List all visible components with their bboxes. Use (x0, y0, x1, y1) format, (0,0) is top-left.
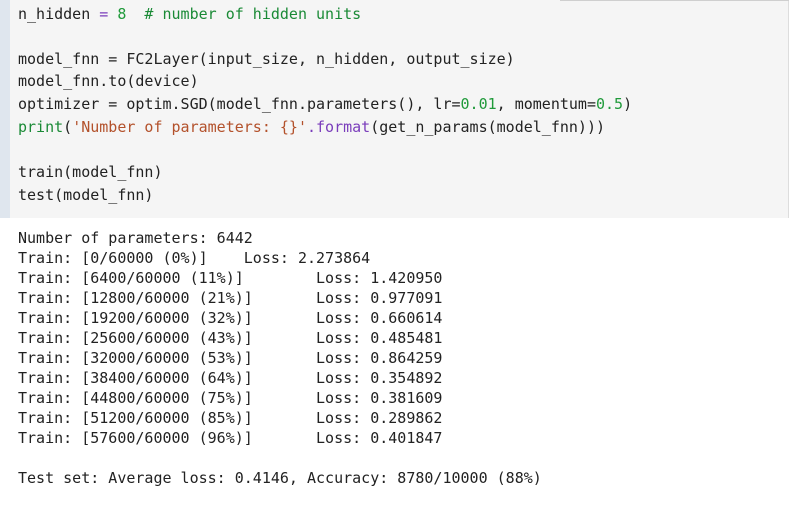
output-line: Train: [38400/60000 (64%)] Loss: 0.35489… (18, 369, 443, 387)
code-token-op: = (90, 5, 118, 23)
output-line: Train: [51200/60000 (85%)] Loss: 0.28986… (18, 409, 443, 427)
output-line: Train: [44800/60000 (75%)] Loss: 0.38160… (18, 389, 443, 407)
code-token: ( (63, 118, 73, 136)
cell-selection-bar (0, 0, 10, 218)
output-blank-line (18, 448, 778, 468)
output-line: Train: [57600/60000 (96%)] Loss: 0.40184… (18, 429, 443, 447)
output-line: Number of parameters: 6442 (18, 229, 253, 247)
code-line-n-hidden: n_hidden = 8 # number of hidden units (18, 3, 361, 25)
code-token-string: 'Number of parameters: {}' (72, 118, 307, 136)
code-token-format: .format (307, 118, 371, 136)
code-line-model-def: model_fnn = FC2Layer(input_size, n_hidde… (18, 50, 515, 68)
code-line-optimizer: optimizer = optim.SGD(model_fnn.paramete… (18, 93, 632, 115)
code-token-lr: 0.01 (460, 95, 497, 113)
code-line-to-device: model_fnn.to(device) (18, 72, 199, 90)
code-token: ) (623, 95, 633, 113)
code-token-var: n_hidden (18, 5, 91, 23)
output-line: Train: [0/60000 (0%)] Loss: 2.273864 (18, 249, 371, 267)
code-line-train: train(model_fnn) (18, 163, 163, 181)
output-line: Train: [6400/60000 (11%)] Loss: 1.420950 (18, 269, 443, 287)
code-token-momentum: 0.5 (595, 95, 624, 113)
code-token: (get_n_params(model_fnn))) (370, 118, 606, 136)
code-line-print: print('Number of parameters: {}'.format(… (18, 116, 605, 138)
code-comment: # number of hidden units (126, 5, 362, 23)
code-token-print: print (18, 118, 64, 136)
code-token: optimizer = optim.SGD(model_fnn.paramete… (18, 95, 461, 113)
output-test-result: Test set: Average loss: 0.4146, Accuracy… (18, 469, 542, 487)
output-line: Train: [32000/60000 (53%)] Loss: 0.86425… (18, 349, 443, 367)
cell-output: Number of parameters: 6442 Train: [0/600… (18, 228, 778, 488)
output-line: Train: [25600/60000 (43%)] Loss: 0.48548… (18, 329, 443, 347)
output-line: Train: [12800/60000 (21%)] Loss: 0.97709… (18, 289, 443, 307)
output-line: Train: [19200/60000 (32%)] Loss: 0.66061… (18, 309, 443, 327)
cell-divider (560, 0, 789, 1)
code-line-test: test(model_fnn) (18, 186, 154, 204)
code-cell[interactable]: n_hidden = 8 # number of hidden units mo… (0, 0, 789, 218)
code-token: , momentum= (496, 95, 596, 113)
